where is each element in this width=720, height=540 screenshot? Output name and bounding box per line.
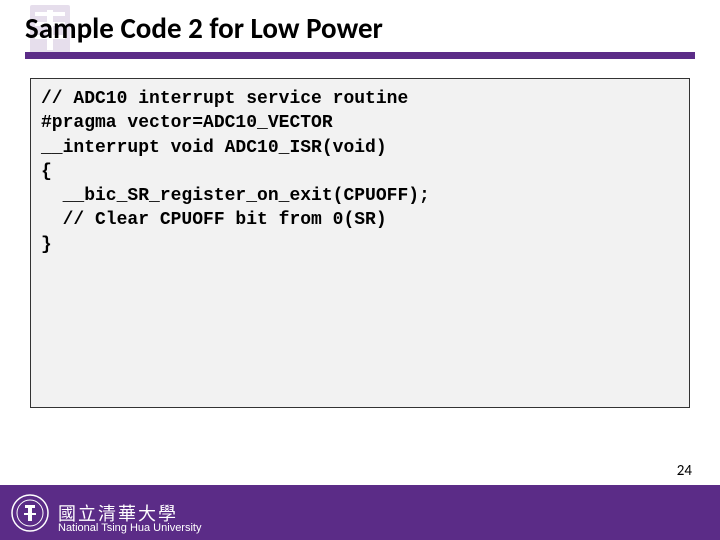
title-underline [25, 52, 695, 59]
page-number: 24 [677, 462, 692, 480]
title-area: Sample Code 2 for Low Power [25, 10, 695, 59]
code-content: // ADC10 interrupt service routine #prag… [41, 87, 679, 257]
university-name-en: National Tsing Hua University [58, 522, 201, 534]
slide-title: Sample Code 2 for Low Power [25, 10, 695, 46]
university-emblem-icon [10, 493, 50, 533]
code-box: // ADC10 interrupt service routine #prag… [30, 78, 690, 408]
